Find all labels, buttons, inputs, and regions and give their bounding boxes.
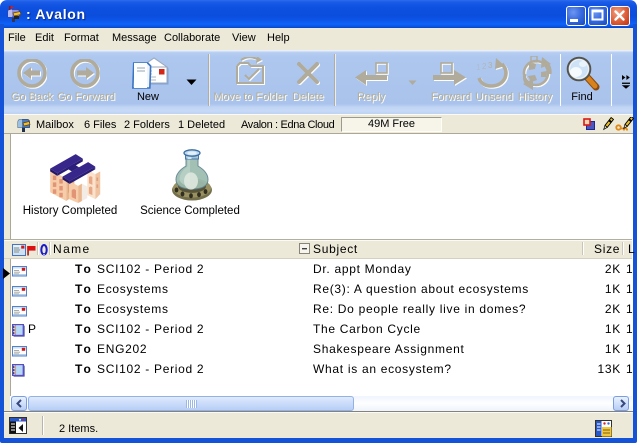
svg-text:1: 1 xyxy=(476,63,481,72)
svg-text:2: 2 xyxy=(482,62,487,71)
svg-text:3: 3 xyxy=(488,61,493,70)
